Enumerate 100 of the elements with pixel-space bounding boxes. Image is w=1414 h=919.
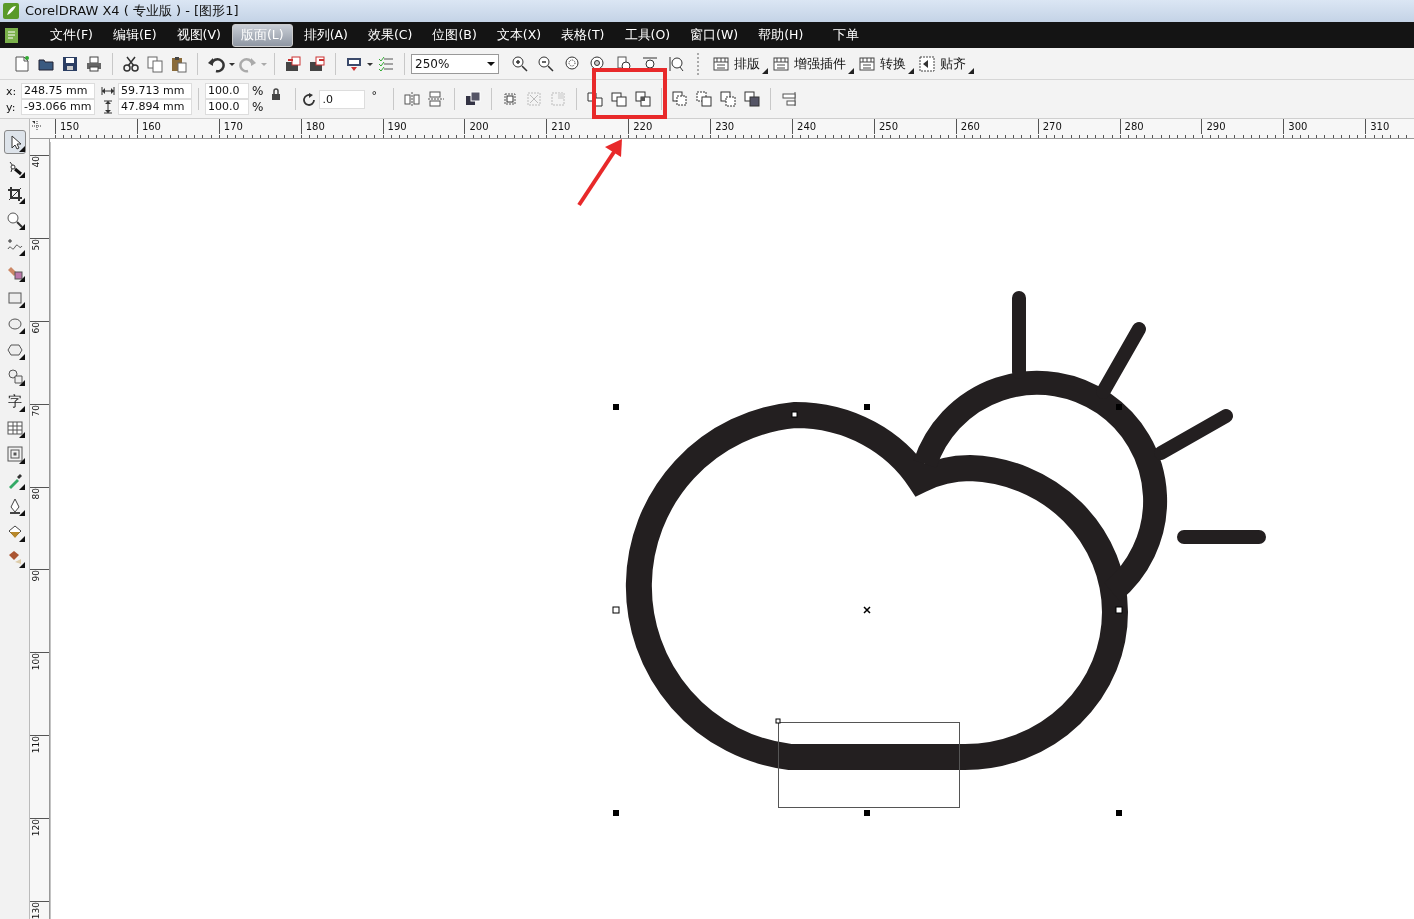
menu-item[interactable]: 效果(C) bbox=[358, 23, 422, 47]
new-document-icon[interactable] bbox=[13, 54, 31, 73]
cut-icon[interactable] bbox=[122, 54, 140, 73]
ruler-label: 60 bbox=[31, 321, 41, 334]
rectangle-icon bbox=[5, 289, 24, 307]
weld-icon[interactable] bbox=[585, 90, 604, 108]
percent-sign: % bbox=[252, 100, 264, 114]
pick-tool[interactable] bbox=[3, 130, 26, 154]
ruler-label: 130 bbox=[31, 902, 41, 919]
app-logo-icon bbox=[3, 3, 19, 19]
ruler-label: 40 bbox=[31, 156, 41, 168]
ruler-label: 300 bbox=[1283, 119, 1366, 134]
ellipse-icon bbox=[5, 315, 24, 333]
selection-handle[interactable] bbox=[864, 404, 870, 410]
menu-item[interactable]: 文件(F) bbox=[41, 23, 102, 47]
height-field[interactable]: 47.894 mm bbox=[118, 99, 192, 115]
ruler-label: 190 bbox=[382, 119, 465, 134]
ruler-label: 240 bbox=[792, 119, 874, 134]
copy-icon[interactable] bbox=[146, 54, 164, 73]
ruler-label: 200 bbox=[464, 119, 547, 134]
y-position-field[interactable]: -93.066 mm bbox=[21, 99, 95, 115]
front-minus-back-icon[interactable] bbox=[694, 90, 713, 108]
menu-item[interactable]: 表格(T) bbox=[552, 23, 614, 47]
zoom-selected-icon[interactable] bbox=[563, 54, 581, 73]
zoom-out-icon[interactable] bbox=[537, 54, 555, 73]
selection-handle[interactable] bbox=[1115, 606, 1123, 614]
combine-icon[interactable] bbox=[463, 90, 482, 108]
menu-item[interactable]: 帮助(H) bbox=[749, 23, 813, 47]
selection-handle[interactable] bbox=[1116, 404, 1122, 410]
menu-item[interactable]: 文本(X) bbox=[487, 23, 551, 47]
scale-y-field[interactable]: 100.0 bbox=[205, 99, 249, 115]
document-icon bbox=[4, 26, 19, 44]
snap-icon bbox=[918, 54, 936, 73]
plugin-button[interactable]: 增强插件 bbox=[768, 51, 854, 76]
scale-x-field[interactable]: 100.0 bbox=[205, 83, 249, 99]
menu-item[interactable]: 位图(B) bbox=[423, 23, 486, 47]
ruler-label: 100 bbox=[31, 653, 41, 671]
selection-handle[interactable] bbox=[613, 404, 619, 410]
zoom-icon bbox=[5, 211, 24, 229]
selection-handle[interactable] bbox=[864, 810, 870, 816]
save-icon[interactable] bbox=[61, 54, 79, 73]
center-mark-icon bbox=[863, 606, 871, 614]
ruler-label: 50 bbox=[31, 238, 41, 251]
node-handle[interactable] bbox=[791, 411, 798, 418]
ruler-label: 160 bbox=[136, 119, 219, 134]
ruler-label: 270 bbox=[1037, 119, 1120, 134]
plugin-button[interactable]: 排版 bbox=[708, 51, 768, 76]
plugin-button[interactable]: 贴齐 bbox=[914, 51, 974, 76]
menu-item[interactable]: 工具(O) bbox=[615, 23, 680, 47]
plugin-icon bbox=[772, 54, 790, 73]
mirror-horizontal-icon[interactable] bbox=[402, 90, 421, 108]
ruler-label: 120 bbox=[31, 819, 41, 837]
simplify-icon[interactable] bbox=[670, 90, 689, 108]
y-label: y: bbox=[6, 100, 17, 114]
intersect-icon[interactable] bbox=[633, 90, 652, 108]
node-handle[interactable] bbox=[775, 718, 781, 724]
caret-icon bbox=[487, 59, 495, 68]
mirror-vertical-icon[interactable] bbox=[426, 90, 445, 108]
print-icon[interactable] bbox=[85, 54, 103, 73]
selection-handle[interactable] bbox=[613, 810, 619, 816]
ruler-origin-icon[interactable] bbox=[30, 119, 44, 133]
window-title: CorelDRAW X4 ( 专业版 ) - [图形1] bbox=[25, 2, 239, 20]
selection-handle[interactable] bbox=[612, 606, 620, 614]
x-label: x: bbox=[6, 84, 18, 98]
ruler-label: 210 bbox=[546, 119, 629, 134]
ruler-label: 230 bbox=[710, 119, 792, 134]
menu-item[interactable]: 窗口(W) bbox=[681, 23, 748, 47]
import-icon[interactable] bbox=[284, 54, 302, 73]
ruler-label: 180 bbox=[300, 119, 383, 134]
plugin-button[interactable]: 转换 bbox=[854, 51, 914, 76]
menu-item[interactable]: 编辑(E) bbox=[103, 23, 166, 47]
menu-item[interactable]: 排列(A) bbox=[294, 23, 357, 47]
basicshapes-icon bbox=[5, 367, 24, 385]
ruler-label: 170 bbox=[218, 119, 301, 134]
paste-icon[interactable] bbox=[170, 54, 188, 73]
menu-item[interactable]: 下单 bbox=[824, 23, 869, 47]
x-position-field[interactable]: 248.75 mm bbox=[21, 83, 95, 99]
polygon-icon bbox=[5, 341, 24, 359]
width-field[interactable]: 59.713 mm bbox=[118, 83, 192, 99]
selection-handle[interactable] bbox=[1116, 810, 1122, 816]
ruler-label: 290 bbox=[1201, 119, 1284, 134]
ruler-label: 80 bbox=[31, 487, 41, 499]
ruler-label: 150 bbox=[55, 119, 137, 134]
zoom-combo[interactable]: 250% bbox=[411, 53, 499, 74]
contour-icon bbox=[5, 445, 24, 463]
trim-icon[interactable] bbox=[609, 90, 628, 108]
text-tool[interactable]: 字 bbox=[3, 390, 26, 414]
ruler-label: 90 bbox=[31, 570, 41, 582]
export-icon[interactable] bbox=[308, 54, 326, 73]
boundary-icon[interactable] bbox=[742, 90, 761, 108]
align-icon[interactable] bbox=[779, 90, 798, 108]
ruler-label: 280 bbox=[1119, 119, 1202, 134]
menu-item[interactable]: 视图(V) bbox=[167, 23, 230, 47]
back-minus-front-icon[interactable] bbox=[718, 90, 737, 108]
ruler-label: 220 bbox=[628, 119, 711, 134]
zoom-height-icon[interactable] bbox=[667, 54, 685, 73]
rotation-field[interactable]: .0 bbox=[319, 89, 366, 109]
zoom-in-icon[interactable] bbox=[511, 54, 529, 73]
table-icon bbox=[5, 419, 24, 437]
arrow-annotation bbox=[577, 139, 622, 207]
